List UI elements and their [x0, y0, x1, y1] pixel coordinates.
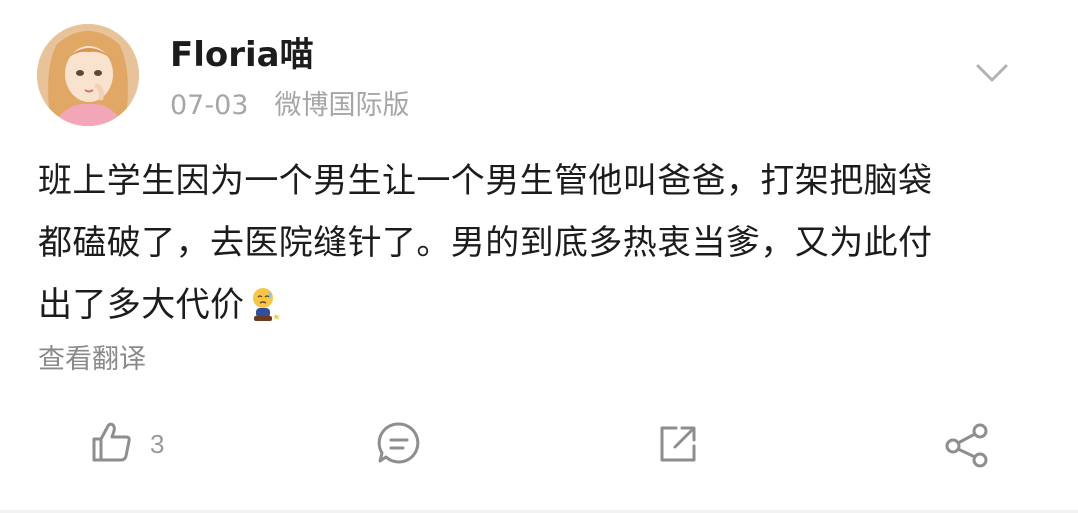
like-button[interactable]: 3 [90, 420, 164, 468]
content-line-with-emoji: 出了多大代价 [38, 274, 1048, 336]
share-button[interactable] [943, 422, 991, 472]
repost-icon [656, 422, 700, 470]
like-count: 3 [150, 428, 165, 459]
thumb-up-icon [90, 420, 134, 468]
chevron-down-icon[interactable] [972, 58, 1012, 88]
weibo-post: Floria喵 07-03 微博国际版 班上学生因为一个男生让一个男生管他叫爸爸，… [0, 0, 1078, 513]
repost-button[interactable] [656, 422, 700, 470]
action-bar: 3 [0, 410, 1078, 480]
post-date: 07-03 [170, 90, 249, 121]
comment-button[interactable] [376, 420, 422, 470]
post-source: 微博国际版 [274, 90, 410, 121]
post-content: 班上学生因为一个男生让一个男生管他叫爸爸，打架把脑袋 都磕破了，去医院缝针了。男… [38, 150, 1048, 336]
content-line: 班上学生因为一个男生让一个男生管他叫爸爸，打架把脑袋 [38, 161, 933, 201]
comment-icon [376, 420, 422, 470]
sweat-sad-emoji-icon [248, 280, 282, 321]
username[interactable]: Floria喵 [170, 30, 314, 80]
content-line: 都磕破了，去医院缝针了。男的到底多热衷当爹，又为此付 [38, 223, 933, 263]
post-meta: 07-03 微博国际版 [170, 86, 409, 126]
share-icon [943, 422, 991, 472]
content-line: 出了多大代价 [38, 285, 245, 325]
view-translation-link[interactable]: 查看翻译 [38, 340, 146, 380]
user-avatar[interactable] [37, 24, 139, 126]
